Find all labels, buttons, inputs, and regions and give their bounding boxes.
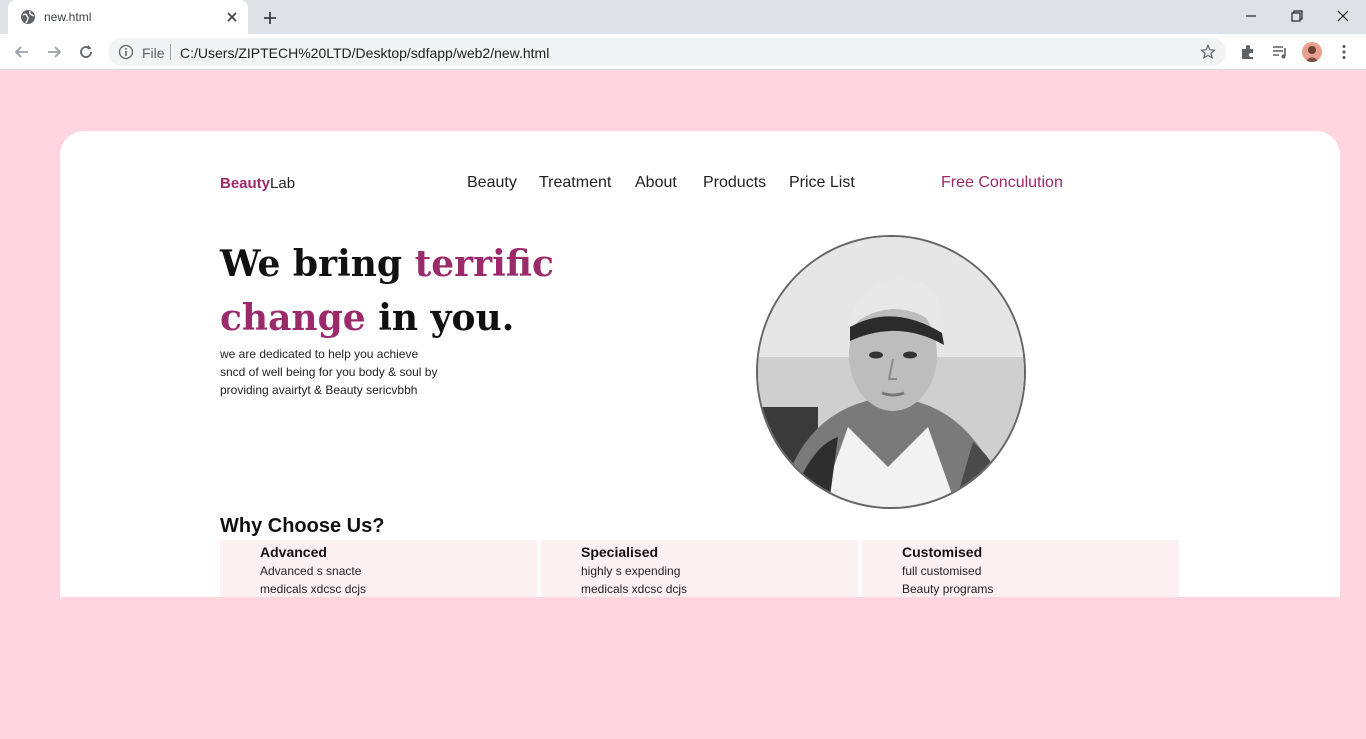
feature-line: Beauty programs: [902, 582, 994, 596]
feature-title: Advanced: [260, 544, 327, 560]
browser-tab[interactable]: new.html: [8, 0, 248, 34]
portrait-photo: [758, 237, 1024, 507]
close-window-icon[interactable]: [1333, 6, 1353, 26]
hero-line2-plain: in you.: [365, 297, 515, 339]
address-bar[interactable]: File C:/Users/ZIPTECH%20LTD/Desktop/sdfa…: [108, 38, 1226, 66]
logo-rest: Lab: [270, 175, 296, 192]
nav-link-beauty[interactable]: Beauty: [467, 174, 517, 192]
logo-bold: Beauty: [220, 175, 271, 192]
nav-link-treatment[interactable]: Treatment: [539, 174, 611, 192]
extensions-icon[interactable]: [1238, 42, 1258, 62]
feature-card-specialised: Specialised highly s expending medicals …: [541, 540, 858, 597]
url-text[interactable]: C:/Users/ZIPTECH%20LTD/Desktop/sdfapp/we…: [180, 45, 549, 61]
hero-heading: We bring terrific change in you.: [220, 237, 640, 345]
hero-line1-highlight: terrific: [414, 243, 554, 285]
profile-picture: [1305, 46, 1319, 62]
close-icon[interactable]: [224, 9, 240, 25]
menu-icon[interactable]: [1334, 42, 1354, 62]
reload-icon[interactable]: [76, 42, 96, 62]
back-icon[interactable]: [12, 42, 32, 62]
feature-title: Customised: [902, 544, 983, 560]
nav-link-price-list[interactable]: Price List: [789, 174, 855, 192]
nav-link-about[interactable]: About: [635, 174, 677, 192]
why-choose-us-heading: Why Choose Us?: [220, 515, 385, 537]
forward-icon[interactable]: [44, 42, 64, 62]
main-card: BeautyLab Beauty Treatment About Product…: [60, 131, 1340, 597]
plus-icon[interactable]: [260, 8, 280, 28]
feature-line: full customised: [902, 564, 982, 578]
info-icon[interactable]: [118, 44, 134, 60]
media-queue-icon[interactable]: [1270, 42, 1290, 62]
tab-title: new.html: [44, 10, 92, 24]
hero-line1-plain: We bring: [220, 243, 415, 285]
hero-desc-line: providing avairtyt & Beauty sericvbbh: [220, 383, 418, 397]
omnibox-divider: [170, 44, 171, 60]
nav-link-products[interactable]: Products: [703, 174, 766, 192]
hero-line2-highlight: change: [220, 297, 366, 339]
hero-portrait: [756, 235, 1026, 509]
scheme-label: File: [142, 45, 165, 61]
hero-desc-line: sncd of well being for you body & soul b…: [220, 365, 438, 379]
feature-line: medicals xdcsc dcjs: [581, 582, 688, 596]
star-icon[interactable]: [1200, 44, 1216, 60]
profile-avatar[interactable]: [1302, 42, 1322, 62]
site-logo[interactable]: BeautyLab: [220, 175, 295, 192]
feature-line: highly s expending: [581, 564, 681, 578]
hero-desc-line: we are dedicated to help you achieve: [220, 347, 419, 361]
globe-icon: [21, 10, 35, 24]
minimize-icon[interactable]: [1241, 6, 1261, 26]
feature-title: Specialised: [581, 544, 659, 560]
feature-line: medicals xdcsc dcjs: [260, 582, 367, 596]
hero-description: we are dedicated to help you achieve snc…: [220, 345, 460, 399]
restore-icon[interactable]: [1287, 6, 1307, 26]
browser-toolbar: File C:/Users/ZIPTECH%20LTD/Desktop/sdfa…: [0, 34, 1366, 70]
tab-strip: new.html: [0, 0, 1366, 34]
free-consultation-link[interactable]: Free Conculution: [941, 174, 1063, 192]
feature-card-advanced: Advanced Advanced s snacte medicals xdcs…: [220, 540, 537, 597]
feature-card-customised: Customised full customised Beauty progra…: [862, 540, 1179, 597]
feature-line: Advanced s snacte: [260, 564, 362, 578]
